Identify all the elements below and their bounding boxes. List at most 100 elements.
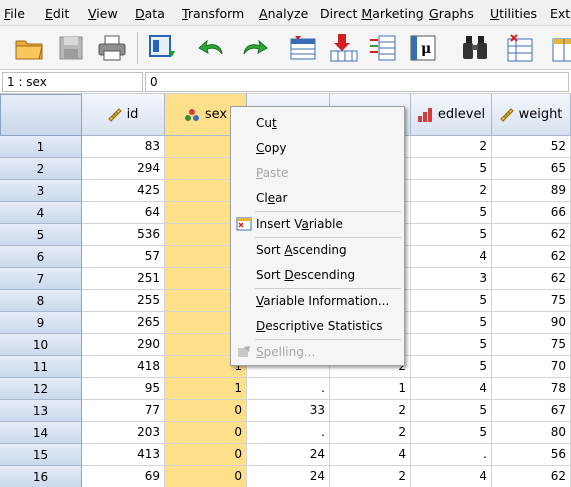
row-header[interactable]: 3 <box>0 180 82 202</box>
row-header[interactable]: 10 <box>0 334 82 356</box>
column-header-id[interactable]: id <box>82 94 165 136</box>
row-header[interactable]: 1 <box>0 136 82 158</box>
cell-id[interactable]: 83 <box>82 136 165 158</box>
menu-graphs[interactable]: Graphs <box>429 6 474 21</box>
cell-weight[interactable]: 62 <box>492 268 571 290</box>
row-header[interactable]: 4 <box>0 202 82 224</box>
cell-edlevel[interactable]: . <box>411 444 492 466</box>
menu-extensions[interactable]: Exte <box>550 6 571 21</box>
cell-marital[interactable]: 2 <box>330 466 411 487</box>
column-header-weight[interactable]: weight <box>492 94 571 136</box>
cell-edlevel[interactable]: 4 <box>411 378 492 400</box>
cell-id[interactable]: 203 <box>82 422 165 444</box>
cell-weight[interactable]: 90 <box>492 312 571 334</box>
row-header[interactable]: 9 <box>0 312 82 334</box>
goto-variable-button[interactable] <box>326 30 362 66</box>
cell-id[interactable]: 418 <box>82 356 165 378</box>
row-header[interactable]: 13 <box>0 400 82 422</box>
undo-button[interactable] <box>194 30 230 66</box>
goto-case-button[interactable] <box>285 30 321 66</box>
cell-edlevel[interactable]: 5 <box>411 202 492 224</box>
menu-sort-descending[interactable]: Sort Descending <box>232 264 403 286</box>
menu-insert-variable[interactable]: Insert Variable <box>232 213 403 235</box>
cell-weight[interactable]: 66 <box>492 202 571 224</box>
variables-button[interactable] <box>365 30 401 66</box>
recall-dialog-button[interactable] <box>145 30 181 66</box>
cell-sex[interactable]: 0 <box>165 400 247 422</box>
run-descriptive-button[interactable]: μ <box>406 30 442 66</box>
cell-weight[interactable]: 62 <box>492 246 571 268</box>
cell-id[interactable]: 290 <box>82 334 165 356</box>
cell-edlevel[interactable]: 4 <box>411 246 492 268</box>
cell-id[interactable]: 425 <box>82 180 165 202</box>
menu-copy[interactable]: Copy <box>232 137 403 159</box>
cell-weight[interactable]: 62 <box>492 224 571 246</box>
menu-cut[interactable]: Cut <box>232 112 403 134</box>
menu-data[interactable]: Data <box>135 6 165 21</box>
cell-id[interactable]: 413 <box>82 444 165 466</box>
cell-age[interactable]: . <box>247 378 330 400</box>
cell-id[interactable]: 294 <box>82 158 165 180</box>
row-header[interactable]: 6 <box>0 246 82 268</box>
cell-age[interactable]: 33 <box>247 400 330 422</box>
menu-utilities[interactable]: Utilities <box>490 6 537 21</box>
cell-edlevel[interactable]: 5 <box>411 312 492 334</box>
cell-edlevel[interactable]: 4 <box>411 466 492 487</box>
row-header[interactable]: 5 <box>0 224 82 246</box>
menu-file[interactable]: File <box>4 6 25 21</box>
insert-variable-button[interactable] <box>545 30 571 66</box>
cell-age[interactable]: 24 <box>247 466 330 487</box>
cell-marital[interactable]: 2 <box>330 422 411 444</box>
cell-value-input[interactable]: 0 <box>145 72 569 92</box>
grid-corner[interactable] <box>0 94 82 136</box>
insert-cases-button[interactable] <box>503 30 539 66</box>
cell-id[interactable]: 77 <box>82 400 165 422</box>
cell-id[interactable]: 57 <box>82 246 165 268</box>
menu-variable-information[interactable]: Variable Information... <box>232 290 403 312</box>
cell-id[interactable]: 95 <box>82 378 165 400</box>
cell-marital[interactable]: 4 <box>330 444 411 466</box>
column-header-edlevel[interactable]: edlevel <box>411 94 492 136</box>
row-header[interactable]: 15 <box>0 444 82 466</box>
cell-edlevel[interactable]: 2 <box>411 136 492 158</box>
cell-edlevel[interactable]: 3 <box>411 268 492 290</box>
cell-id[interactable]: 255 <box>82 290 165 312</box>
cell-id[interactable]: 64 <box>82 202 165 224</box>
cell-edlevel[interactable]: 5 <box>411 290 492 312</box>
cell-edlevel[interactable]: 5 <box>411 334 492 356</box>
cell-edlevel[interactable]: 5 <box>411 158 492 180</box>
cell-edlevel[interactable]: 5 <box>411 356 492 378</box>
cell-sex[interactable]: 0 <box>165 466 247 487</box>
cell-edlevel[interactable]: 5 <box>411 224 492 246</box>
cell-weight[interactable]: 78 <box>492 378 571 400</box>
cell-id[interactable]: 536 <box>82 224 165 246</box>
cell-weight[interactable]: 80 <box>492 422 571 444</box>
menu-sort-ascending[interactable]: Sort Ascending <box>232 239 403 261</box>
cell-sex[interactable]: 0 <box>165 444 247 466</box>
cell-sex[interactable]: 0 <box>165 422 247 444</box>
cell-weight[interactable]: 75 <box>492 334 571 356</box>
open-folder-button[interactable] <box>12 30 48 66</box>
menu-descriptive-statistics[interactable]: Descriptive Statistics <box>232 315 403 337</box>
cell-id[interactable]: 69 <box>82 466 165 487</box>
print-button[interactable] <box>94 30 130 66</box>
cell-weight[interactable]: 65 <box>492 158 571 180</box>
save-button[interactable] <box>53 30 89 66</box>
cell-id[interactable]: 251 <box>82 268 165 290</box>
cell-age[interactable]: 24 <box>247 444 330 466</box>
cell-weight[interactable]: 67 <box>492 400 571 422</box>
redo-button[interactable] <box>236 30 272 66</box>
row-header[interactable]: 8 <box>0 290 82 312</box>
cell-sex[interactable]: 1 <box>165 378 247 400</box>
menu-clear[interactable]: Clear <box>232 187 403 209</box>
menu-transform[interactable]: Transform <box>182 6 244 21</box>
cell-weight[interactable]: 89 <box>492 180 571 202</box>
cell-weight[interactable]: 75 <box>492 290 571 312</box>
cell-edlevel[interactable]: 5 <box>411 400 492 422</box>
cell-edlevel[interactable]: 5 <box>411 422 492 444</box>
row-header[interactable]: 7 <box>0 268 82 290</box>
menu-direct-marketing[interactable]: Direct Marketing <box>320 6 424 21</box>
cell-edlevel[interactable]: 2 <box>411 180 492 202</box>
row-header[interactable]: 2 <box>0 158 82 180</box>
cell-weight[interactable]: 62 <box>492 466 571 487</box>
